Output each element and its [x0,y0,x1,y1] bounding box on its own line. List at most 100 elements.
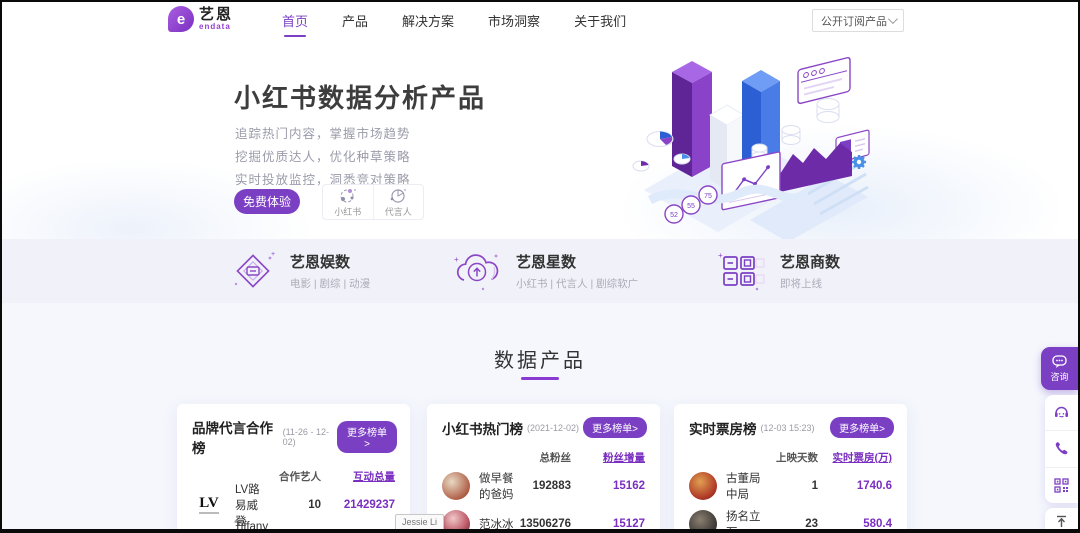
back-to-top-button[interactable] [1045,508,1078,533]
subscribe-dropdown[interactable]: 公开订阅产品 [812,9,904,32]
pie-chart-icon [388,187,408,204]
diamond-icon: + [230,248,276,294]
row-value-2[interactable]: 21429237 [321,499,395,511]
feature-shangshu[interactable]: + 艺恩商数 即将上线 [716,248,840,294]
hero-quick-links: 小红书 代言人 [322,184,424,220]
logo-icon: e [168,6,194,32]
svg-text:+: + [271,251,275,258]
more-rankings-button[interactable]: 更多榜单> [830,417,894,438]
logo-brand-cn: 艺恩 [199,8,233,22]
row-name: 扬名立万 [726,508,762,533]
feature-yueshu[interactable]: + 艺恩娱数 电影 | 剧综 | 动漫 [230,248,370,294]
row-value-1: 10 [265,499,321,511]
subscribe-dropdown-label: 公开订阅产品 [821,13,887,29]
avatar [442,472,470,500]
grid-squares-icon: + [716,248,766,294]
table-row[interactable]: 做早餐的爸妈 192883 15162 [442,467,645,505]
nav-item-insights[interactable]: 市场洞察 [486,2,542,39]
svg-text:52: 52 [670,212,678,219]
nav-item-solutions[interactable]: 解决方案 [400,2,456,39]
quick-link-label: 代言人 [385,205,412,218]
table-row[interactable]: 古董局中局 1 1740.6 [689,467,892,505]
consult-button[interactable]: 咨询 [1041,347,1078,390]
more-rankings-button[interactable]: 更多榜单> [583,417,647,438]
card-realtime-boxoffice: 实时票房榜 (12-03 15:23) 更多榜单> 上映天数 实时票房(万) 古… [674,404,907,533]
hero-illustration: 52 55 75 [630,42,870,242]
movie-poster [689,510,717,533]
feature-title: 艺恩商数 [780,251,840,272]
row-name: 古董局中局 [726,470,762,502]
quick-link-xiaohongshu[interactable]: 小红书 [323,185,373,219]
section-title: 数据产品 [2,344,1078,373]
contact-side-panel [1045,395,1078,503]
column-header: 合作艺人 [265,469,321,484]
feature-subtitle: 即将上线 [780,276,840,291]
table-row[interactable]: FANY & 蒂芙尼 Tiffany蒂芙尼 4 4778350 [192,524,395,533]
page: e 艺恩 endata 首页 产品 解决方案 市场洞察 关于我们 公开订阅产品 … [0,0,1080,533]
quick-link-spokesperson[interactable]: 代言人 [373,185,424,219]
feature-subtitle: 电影 | 剧综 | 动漫 [290,276,370,291]
row-value-2[interactable]: 15162 [571,480,645,492]
products-section: 数据产品 品牌代言合作榜 (11-26 - 12-02) 更多榜单> 合作艺人 … [2,303,1078,533]
svg-text:55: 55 [687,203,695,210]
qr-code-button[interactable] [1045,467,1078,503]
avatar [442,510,470,533]
hero-section: 小红书数据分析产品 追踪热门内容，掌握市场趋势 挖掘优质达人，优化种草策略 实时… [2,38,1078,239]
row-value-2[interactable]: 580.4 [818,518,892,530]
more-rankings-button[interactable]: 更多榜单> [337,421,397,453]
card-brand-endorsement: 品牌代言合作榜 (11-26 - 12-02) 更多榜单> 合作艺人 互动总量 … [177,404,410,533]
column-header-sorted[interactable]: 互动总量 [321,469,395,484]
free-trial-button[interactable]: 免费体验 [234,189,300,214]
card-xiaohongshu-hot: 小红书热门榜 (2021-12-02) 更多榜单> 总粉丝 粉丝增量 做早餐的爸… [427,404,660,533]
brand-logo-lv: LV [192,490,226,520]
svg-text:+: + [454,255,459,264]
customer-service-button[interactable] [1045,395,1078,430]
scatter-network-icon [338,187,358,204]
phone-button[interactable] [1045,430,1078,466]
phone-icon [1054,441,1069,456]
row-value-2[interactable]: 1740.6 [818,480,892,492]
feature-band: + 艺恩娱数 电影 | 剧综 | 动漫 + 艺恩星数 小红书 | 代言人 | 剧… [2,239,1078,303]
column-header-sorted[interactable]: 实时票房(万) [818,450,892,465]
section-title-underline [521,377,559,380]
column-header-sorted[interactable]: 粉丝增量 [571,450,645,465]
gear-icon [852,155,866,169]
column-header: 上映天数 [762,450,818,465]
column-header: 总粉丝 [515,450,571,465]
feature-xingshu[interactable]: + 艺恩星数 小红书 | 代言人 | 剧综软广 [452,248,638,294]
feature-subtitle: 小红书 | 代言人 | 剧综软广 [516,276,638,291]
table-row[interactable]: 扬名立万 23 580.4 [689,505,892,533]
chat-bubble-icon [1052,355,1067,368]
card-title: 小红书热门榜 [442,418,523,438]
header: e 艺恩 endata 首页 产品 解决方案 市场洞察 关于我们 公开订阅产品 [2,2,1078,38]
card-date: (11-26 - 12-02) [283,427,337,447]
nav-active-underline [284,35,306,37]
row-name: 范冰冰 [479,516,515,532]
nav-item-home[interactable]: 首页 [280,2,310,39]
table-row[interactable]: LV LV路易威登 10 21429237 [192,486,395,524]
back-to-top-icon [1055,515,1068,528]
row-value-1: 1 [762,480,818,492]
cursor-tooltip: Jessie Li [395,514,444,531]
cloud-upload-icon: + [452,248,502,294]
hero-tagline-2: 挖掘优质达人，优化种草策略 [235,146,411,165]
row-value-2[interactable]: 15127 [571,518,645,530]
quick-link-label: 小红书 [334,205,361,218]
logo[interactable]: e 艺恩 endata [168,6,233,32]
row-name: 做早餐的爸妈 [479,470,515,502]
movie-poster [689,472,717,500]
logo-brand-en: endata [199,22,233,31]
nav-item-about[interactable]: 关于我们 [572,2,628,39]
chevron-down-icon [888,14,898,24]
brand-logo-tiffany: FANY & 蒂芙尼 [192,528,225,533]
row-value-1: 192883 [515,480,571,492]
card-title: 品牌代言合作榜 [192,417,279,457]
table-row[interactable]: 范冰冰 13506276 15127 [442,505,645,533]
qr-code-icon [1054,478,1069,493]
headset-icon [1053,404,1070,421]
nav-item-products[interactable]: 产品 [340,2,370,39]
row-name: Tiffany蒂芙尼 [234,521,268,533]
feature-title: 艺恩娱数 [290,251,370,272]
svg-text:+: + [718,251,723,260]
svg-text:75: 75 [704,193,712,200]
